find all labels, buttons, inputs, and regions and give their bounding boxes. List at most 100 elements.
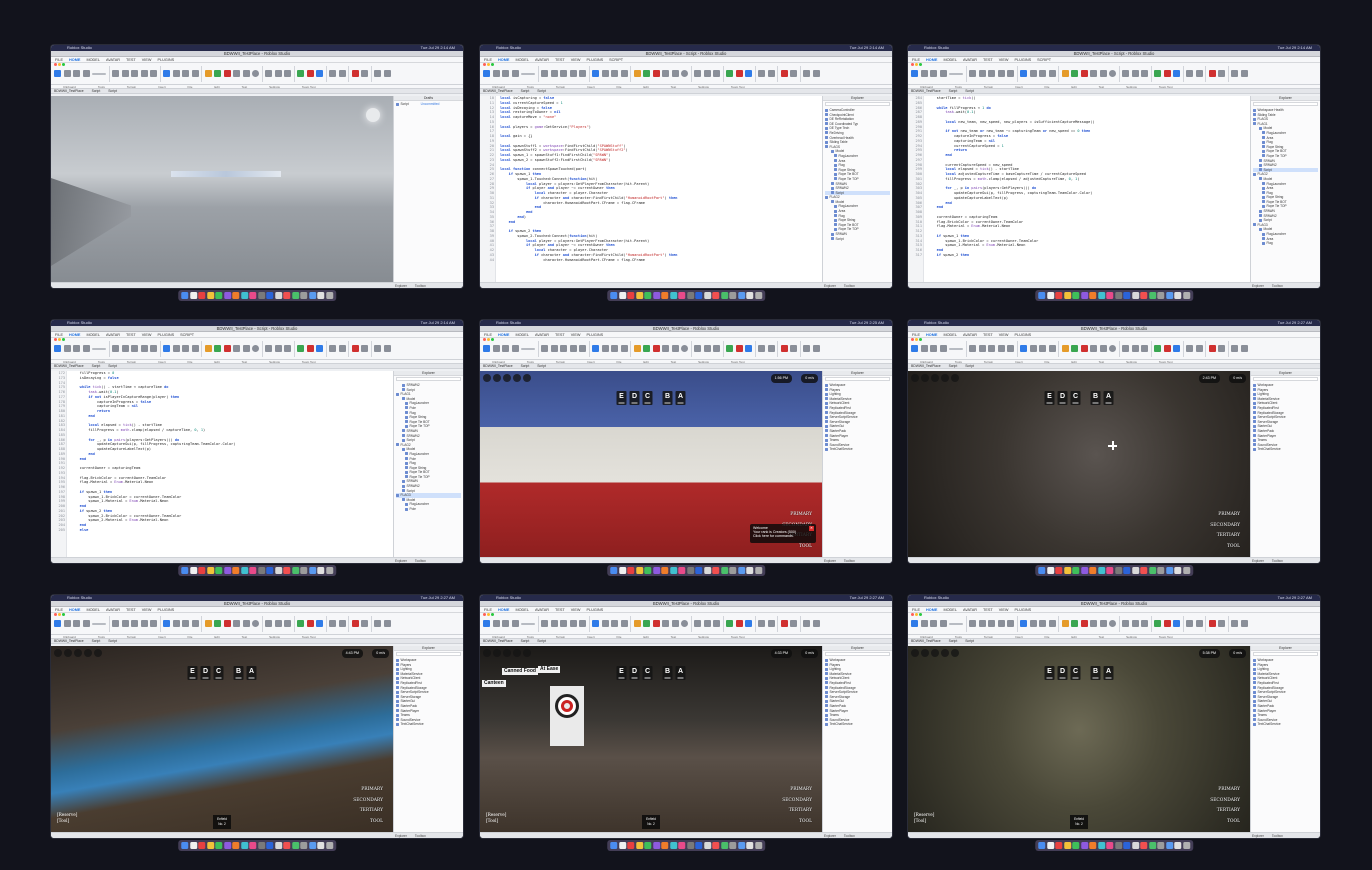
tab-plugins[interactable]: PLUGINS: [586, 58, 603, 62]
tool-icon[interactable]: [492, 620, 500, 627]
tool-icon[interactable]: [374, 345, 381, 352]
tool-icon[interactable]: [611, 345, 618, 352]
tool-icon[interactable]: [969, 345, 976, 352]
tool-icon[interactable]: [726, 620, 733, 627]
tool-icon[interactable]: [297, 70, 304, 77]
menubar-app-name[interactable]: Roblox Studio: [496, 45, 521, 50]
dock-app-icon[interactable]: [257, 292, 265, 299]
tool-icon[interactable]: [140, 70, 148, 77]
tool-icon[interactable]: [694, 70, 701, 77]
tab-model[interactable]: MODEL: [515, 333, 529, 337]
chat-icon[interactable]: [74, 649, 82, 657]
tool-icon[interactable]: [939, 345, 947, 352]
tab-view[interactable]: VIEW: [142, 333, 152, 337]
tool-icon[interactable]: [483, 620, 490, 627]
tool-icon[interactable]: [713, 345, 720, 352]
tool-icon[interactable]: [662, 345, 669, 352]
tool-icon[interactable]: [713, 620, 720, 627]
tool-icon[interactable]: [82, 620, 90, 627]
tab-test[interactable]: TEST: [126, 58, 136, 62]
doc-tab[interactable]: Script: [108, 639, 117, 643]
panel-tab[interactable]: Explorer: [395, 284, 407, 288]
explorer-item[interactable]: TextChatService: [1253, 447, 1318, 452]
doc-tab[interactable]: Script: [521, 364, 530, 368]
weapon-slot[interactable]: Enfield No. 2: [1070, 815, 1088, 829]
tool-icon[interactable]: [214, 620, 221, 627]
tool-icon[interactable]: [592, 345, 599, 352]
explorer-item[interactable]: TextChatService: [825, 447, 890, 452]
tool-icon[interactable]: [274, 620, 282, 627]
doc-tab[interactable]: Script: [537, 89, 546, 93]
dock-app-icon[interactable]: [1123, 842, 1131, 849]
dock-app-icon[interactable]: [206, 842, 214, 849]
dock-app-icon[interactable]: [746, 567, 754, 574]
tool-icon[interactable]: [492, 70, 500, 77]
menubar-app-name[interactable]: Roblox Studio: [924, 595, 949, 600]
tool-icon[interactable]: [541, 345, 548, 352]
tab-test[interactable]: TEST: [983, 58, 993, 62]
tool-icon[interactable]: [1240, 345, 1248, 352]
dock-app-icon[interactable]: [325, 842, 333, 849]
tool-icon[interactable]: [812, 70, 820, 77]
tool-icon[interactable]: [745, 345, 752, 352]
dock-app-icon[interactable]: [317, 567, 325, 574]
dock-app-icon[interactable]: [283, 567, 291, 574]
dock-app-icon[interactable]: [325, 567, 333, 574]
dock-app-icon[interactable]: [274, 842, 282, 849]
tool-icon[interactable]: [1163, 70, 1171, 77]
tab-test[interactable]: TEST: [555, 608, 565, 612]
tool-icon[interactable]: [63, 620, 71, 627]
tool-icon[interactable]: [1141, 620, 1148, 627]
game-view[interactable]: 4:33 PM 0 m/s E D C B A Canteen Canned Food At Ea…: [480, 646, 822, 832]
tool-icon[interactable]: [63, 70, 71, 77]
doc-tab[interactable]: BDWWII_TestPlace: [483, 89, 513, 93]
tool-icon[interactable]: [1141, 345, 1148, 352]
zoom-window-button[interactable]: [491, 62, 494, 66]
tool-icon[interactable]: [803, 70, 810, 77]
tool-icon[interactable]: [949, 347, 963, 350]
tab-test[interactable]: TEST: [983, 333, 993, 337]
tool-icon[interactable]: [338, 70, 346, 77]
doc-tab[interactable]: Script: [965, 364, 974, 368]
loadout-slot-tool[interactable]: TOOL: [782, 542, 812, 553]
tool-icon[interactable]: [204, 345, 212, 352]
loadout-slot-tertiary[interactable]: TERTIARY: [353, 806, 383, 817]
doc-tab[interactable]: BDWWII_TestPlace: [54, 89, 84, 93]
tool-icon[interactable]: [1039, 70, 1046, 77]
tool-icon[interactable]: [790, 345, 797, 352]
tool-icon[interactable]: [978, 620, 986, 627]
backpack-icon[interactable]: [493, 649, 501, 657]
tool-icon[interactable]: [560, 345, 567, 352]
tool-icon[interactable]: [671, 70, 679, 77]
leaderboard-icon[interactable]: [84, 649, 92, 657]
doc-tab[interactable]: Script: [537, 364, 546, 368]
tool-icon[interactable]: [713, 70, 720, 77]
tool-icon[interactable]: [1186, 70, 1193, 77]
dock-app-icon[interactable]: [266, 292, 274, 299]
doc-tab[interactable]: Script: [521, 89, 530, 93]
tool-icon[interactable]: [54, 70, 61, 77]
dock-app-icon[interactable]: [1148, 842, 1156, 849]
tool-icon[interactable]: [252, 345, 259, 352]
tool-icon[interactable]: [374, 620, 381, 627]
tab-model[interactable]: MODEL: [515, 608, 529, 612]
tool-icon[interactable]: [191, 345, 199, 352]
tool-icon[interactable]: [223, 70, 231, 77]
code-area[interactable]: 172 fillProgress = 0 173 isDecaying = fal…: [51, 371, 393, 557]
tool-icon[interactable]: [662, 70, 669, 77]
tool-icon[interactable]: [671, 620, 679, 627]
dock-app-icon[interactable]: [325, 292, 333, 299]
tool-icon[interactable]: [182, 620, 189, 627]
tool-icon[interactable]: [560, 70, 567, 77]
tool-icon[interactable]: [150, 620, 157, 627]
tool-icon[interactable]: [662, 620, 669, 627]
tool-icon[interactable]: [361, 345, 368, 352]
tool-icon[interactable]: [233, 70, 240, 77]
dock-app-icon[interactable]: [1072, 842, 1080, 849]
dock-app-icon[interactable]: [1089, 292, 1097, 299]
tool-icon[interactable]: [502, 70, 509, 77]
tab-model[interactable]: MODEL: [86, 58, 100, 62]
tool-icon[interactable]: [988, 620, 995, 627]
loadout-slot-primary[interactable]: PRIMARY: [353, 785, 383, 796]
dock-app-icon[interactable]: [1055, 292, 1063, 299]
